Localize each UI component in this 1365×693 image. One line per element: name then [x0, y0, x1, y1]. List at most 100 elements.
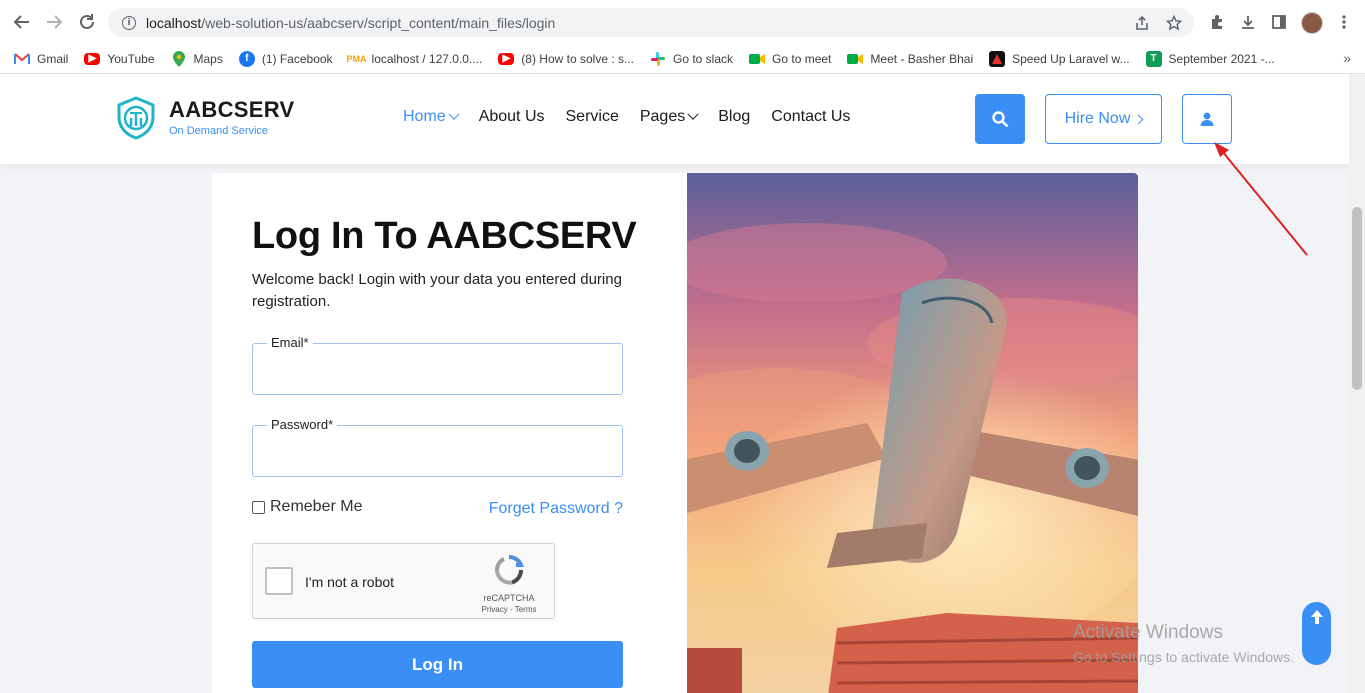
sheets-icon: T	[1145, 50, 1162, 67]
browser-toolbar: i localhost/web-solution-us/aabcserv/scr…	[0, 0, 1365, 44]
meet-icon	[749, 51, 766, 67]
profile-avatar[interactable]	[1301, 12, 1323, 34]
page-title: Log In To AABCSERV	[252, 215, 637, 257]
hire-now-label: Hire Now	[1064, 110, 1131, 127]
windows-activation-watermark: Activate Windows Go to Settings to activ…	[1073, 622, 1294, 665]
remember-me-checkbox[interactable]: Remeber Me	[252, 498, 362, 516]
bookmark-meet-basher[interactable]: Meet - Basher Bhai	[847, 51, 973, 67]
meet-icon	[847, 51, 864, 67]
checkbox-box[interactable]	[252, 500, 265, 514]
arrow-up-icon	[1310, 610, 1323, 624]
gmail-icon	[14, 51, 30, 67]
bookmark-label: (8) How to solve : s...	[521, 51, 634, 66]
search-button[interactable]	[975, 94, 1025, 144]
back-arrow-icon[interactable]	[10, 10, 34, 34]
extensions-puzzle-icon[interactable]	[1206, 11, 1228, 33]
main-nav: Home About Us Service Pages Blog Contact…	[403, 108, 850, 126]
site-logo[interactable]: AABCSERV On Demand Service	[115, 96, 294, 140]
bookmark-label: Speed Up Laravel w...	[1012, 51, 1130, 66]
facebook-icon: f	[238, 50, 255, 67]
login-card: Log In To AABCSERV Welcome back! Login w…	[212, 173, 1138, 693]
nav-label: Pages	[639, 108, 686, 125]
user-icon	[1200, 112, 1214, 126]
phpmyadmin-icon: PMA	[346, 53, 367, 64]
nav-item-home[interactable]: Home	[403, 108, 460, 126]
hero-airplane-image	[687, 173, 1138, 693]
bookmark-sheets[interactable]: T September 2021 -...	[1145, 50, 1275, 67]
recaptcha-terms[interactable]: Privacy - Terms	[474, 605, 544, 614]
login-button[interactable]: Log In	[252, 641, 623, 688]
page-viewport: AABCSERV On Demand Service Home About Us…	[0, 74, 1349, 693]
logo-title: AABCSERV	[169, 97, 295, 122]
airplane-photo	[687, 173, 1138, 693]
bookmark-laravel[interactable]: Speed Up Laravel w...	[989, 50, 1130, 67]
forward-arrow-icon[interactable]	[42, 10, 66, 34]
bookmark-meet[interactable]: Go to meet	[749, 51, 831, 67]
url-path: /web-solution-us/aabcserv/script_content…	[201, 14, 556, 31]
watermark-line-2: Go to Settings to activate Windows.	[1073, 649, 1294, 665]
side-panel-icon[interactable]	[1268, 11, 1290, 33]
reload-icon[interactable]	[75, 10, 99, 34]
bookmark-star-icon[interactable]	[1165, 14, 1183, 34]
back-to-top-button[interactable]	[1302, 602, 1331, 665]
nav-label: Home	[403, 108, 446, 125]
hire-now-button[interactable]: Hire Now	[1045, 94, 1162, 144]
site-header: AABCSERV On Demand Service Home About Us…	[0, 74, 1349, 164]
bookmark-label: Go to meet	[772, 51, 832, 66]
bookmarks-bar: Gmail ▶ YouTube Maps f (1) Facebook PMA …	[0, 44, 1365, 74]
nav-label: About Us	[478, 108, 545, 125]
nav-label: Contact Us	[771, 108, 851, 125]
laravel-icon	[989, 50, 1006, 67]
share-icon[interactable]	[1134, 15, 1150, 34]
recaptcha-name: reCAPTCHA	[483, 593, 535, 603]
recaptcha-label: I'm not a robot	[305, 574, 395, 590]
watermark-line-1: Activate Windows	[1073, 622, 1223, 643]
bookmark-label: Meet - Basher Bhai	[870, 51, 974, 66]
bookmark-label: YouTube	[107, 51, 155, 66]
bookmark-maps[interactable]: Maps	[171, 50, 223, 67]
slack-icon	[650, 51, 666, 67]
nav-item-contact-us[interactable]: Contact Us	[771, 108, 850, 126]
recaptcha-widget: I'm not a robot reCAPTCHA Privacy - Term…	[252, 543, 555, 619]
remember-me-label: Remeber Me	[270, 498, 363, 515]
logo-subtitle: On Demand Service	[169, 125, 269, 137]
chevron-right-icon	[1133, 114, 1144, 124]
password-input[interactable]	[253, 426, 622, 476]
url-host: localhost	[146, 14, 202, 31]
page-scrollbar[interactable]	[1349, 74, 1365, 693]
bookmark-label: Gmail	[37, 51, 69, 66]
recaptcha-checkbox[interactable]	[265, 567, 293, 595]
address-bar[interactable]: i localhost/web-solution-us/aabcserv/scr…	[108, 8, 1194, 37]
nav-item-blog[interactable]: Blog	[718, 108, 750, 126]
bookmark-facebook[interactable]: f (1) Facebook	[238, 50, 333, 67]
bookmark-phpmyadmin[interactable]: PMA localhost / 127.0.0....	[346, 51, 483, 67]
scrollbar-thumb[interactable]	[1352, 207, 1362, 390]
bookmark-slack[interactable]: Go to slack	[650, 51, 733, 67]
nav-label: Service	[565, 108, 619, 125]
bookmark-label: September 2021 -...	[1168, 51, 1275, 66]
maps-icon	[171, 50, 187, 67]
bookmark-gmail[interactable]: Gmail	[14, 51, 68, 67]
site-info-icon[interactable]: i	[122, 15, 136, 30]
nav-item-service[interactable]: Service	[566, 108, 619, 126]
password-field[interactable]: Password*	[252, 417, 623, 477]
email-field[interactable]: Email*	[252, 335, 623, 395]
download-icon[interactable]	[1237, 11, 1259, 33]
forgot-password-link[interactable]: Forget Password ?	[489, 500, 623, 518]
search-icon	[992, 111, 1009, 128]
bookmark-label: localhost / 127.0.0....	[371, 51, 483, 66]
welcome-text: Welcome back! Login with your data you e…	[252, 271, 622, 310]
nav-item-about-us[interactable]: About Us	[479, 108, 545, 126]
kebab-menu-icon[interactable]	[1333, 11, 1355, 33]
recaptcha-brand: reCAPTCHA Privacy - Terms	[474, 554, 544, 614]
email-input[interactable]	[253, 344, 622, 394]
user-account-button[interactable]	[1182, 94, 1232, 144]
bookmark-label: (1) Facebook	[261, 51, 333, 66]
nav-item-pages[interactable]: Pages	[639, 108, 699, 126]
bookmark-label: Maps	[193, 51, 223, 66]
bookmark-youtube[interactable]: ▶ YouTube	[84, 51, 155, 66]
youtube-icon: ▶	[498, 52, 515, 65]
bookmarks-overflow-icon[interactable]: »	[1343, 50, 1351, 66]
nav-label: Blog	[718, 108, 751, 125]
bookmark-youtube-video[interactable]: ▶ (8) How to solve : s...	[498, 52, 634, 66]
